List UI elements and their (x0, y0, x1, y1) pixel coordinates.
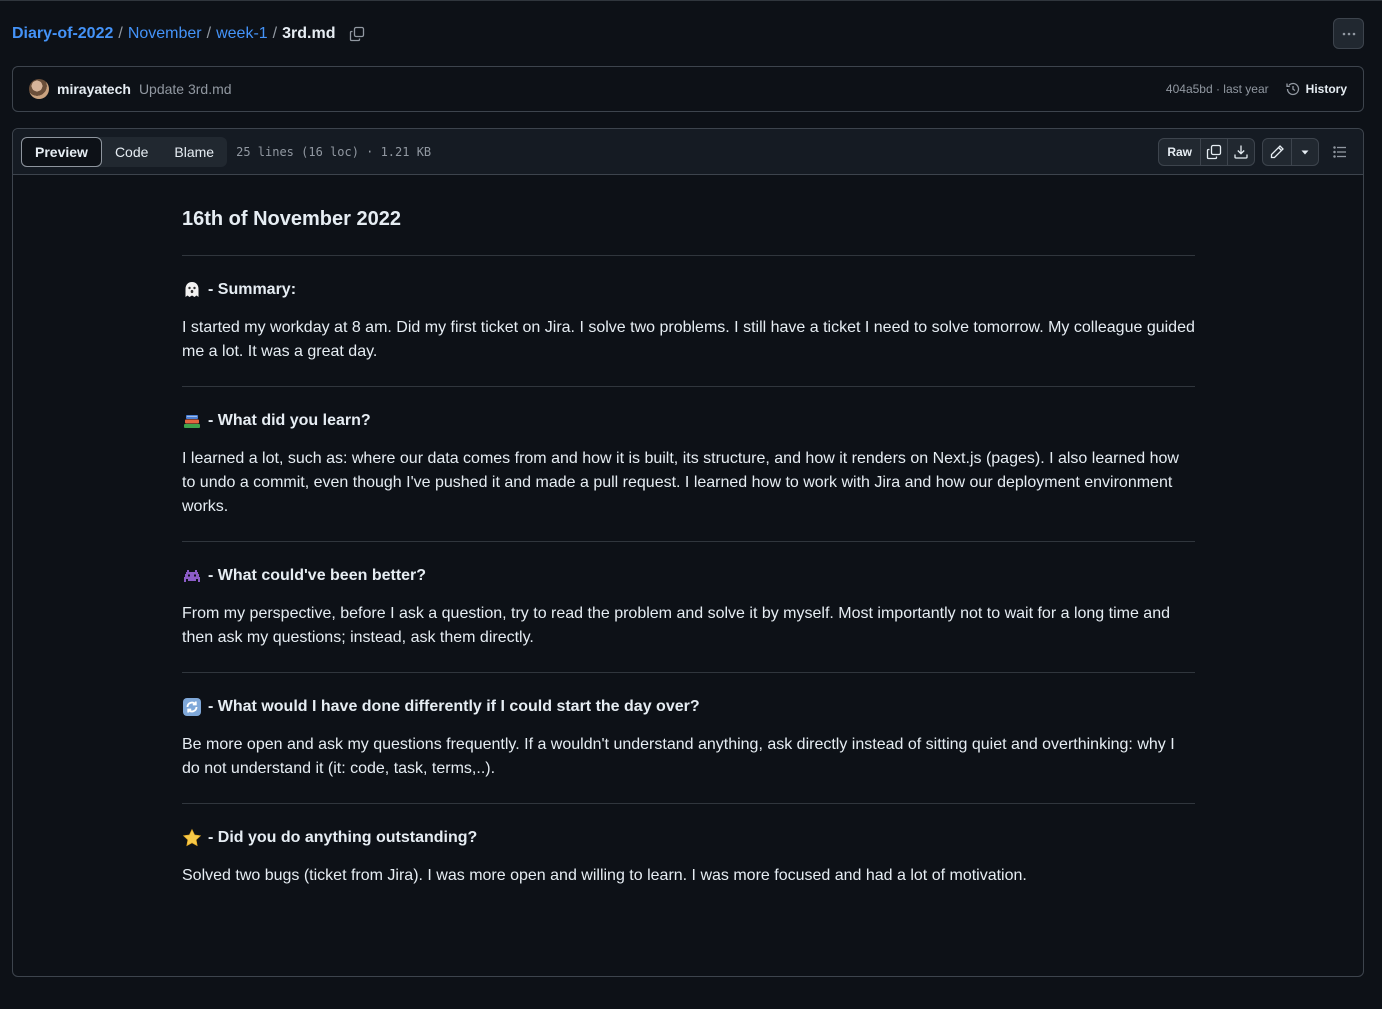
section-heading-text: - What did you learn? (208, 412, 371, 429)
section-heading: - Summary: (182, 278, 1195, 302)
section-heading: - What would I have done differently if … (182, 695, 1195, 719)
list-unordered-icon (1333, 145, 1346, 158)
file-viewer: Preview Code Blame 25 lines (16 loc) · 1… (12, 128, 1364, 977)
download-icon (1234, 145, 1248, 159)
breadcrumb-folder-week[interactable]: week-1 (216, 25, 268, 43)
breadcrumb-separator: / (206, 25, 212, 42)
section-heading-text: - Summary: (208, 281, 297, 298)
section-heading: - Did you do anything outstanding? (182, 826, 1195, 850)
section-heading: - What did you learn? (182, 409, 1195, 433)
commit-message[interactable]: Update 3rd.md (139, 81, 232, 97)
document-title: 16th of November 2022 (182, 208, 401, 230)
history-label: History (1305, 82, 1347, 96)
raw-button[interactable]: Raw (1159, 139, 1200, 165)
section-body: From my perspective, before I ask a ques… (182, 605, 1170, 646)
divider (182, 803, 1195, 804)
top-border (0, 0, 1382, 1)
history-icon (1286, 82, 1299, 96)
commit-author[interactable]: mirayatech (57, 81, 131, 97)
section-body: Be more open and ask my questions freque… (182, 736, 1175, 777)
copy-raw-button[interactable] (1200, 138, 1227, 165)
star-icon (182, 828, 202, 848)
kebab-horizontal-icon (1342, 32, 1355, 35)
divider (182, 672, 1195, 673)
edit-group (1262, 137, 1319, 166)
outline-button[interactable] (1325, 138, 1355, 166)
download-button[interactable] (1227, 138, 1254, 165)
section-body: Solved two bugs (ticket from Jira). I wa… (182, 867, 1027, 884)
edit-options-dropdown[interactable] (1291, 138, 1318, 165)
tab-preview[interactable]: Preview (21, 136, 102, 167)
divider (182, 255, 1195, 256)
books-icon (182, 411, 202, 431)
more-options-button[interactable] (1333, 18, 1364, 49)
breadcrumb: Diary-of-2022 / November / week-1 / 3rd.… (12, 22, 367, 46)
ghost-icon (182, 280, 202, 300)
breadcrumb-separator: / (118, 25, 123, 42)
file-actions: Raw (1158, 137, 1355, 166)
section-heading-text: - What would I have done differently if … (208, 698, 700, 715)
copy-icon (1206, 144, 1222, 159)
tab-blame[interactable]: Blame (161, 137, 227, 167)
breadcrumb-separator: / (272, 25, 278, 42)
latest-commit-bar: mirayatech Update 3rd.md 404a5bd · last … (12, 66, 1364, 112)
section-heading-text: - Did you do anything outstanding? (208, 829, 478, 846)
file-header: Preview Code Blame 25 lines (16 loc) · 1… (13, 129, 1363, 175)
divider (182, 541, 1195, 542)
section-heading-text: - What could've been better? (208, 567, 427, 584)
file-info: 25 lines (16 loc) · 1.21 KB (236, 144, 432, 159)
copy-path-button[interactable] (347, 24, 367, 44)
pencil-icon (1270, 144, 1284, 158)
raw-copy-download-group: Raw (1158, 137, 1255, 166)
section-heading: - What could've been better? (182, 564, 1195, 588)
edit-file-button[interactable] (1263, 139, 1291, 165)
copy-icon (350, 26, 365, 42)
triangle-down-icon (1301, 150, 1309, 154)
view-mode-tabs: Preview Code Blame (21, 136, 228, 167)
alien-monster-icon (182, 566, 202, 586)
breadcrumb-folder-november[interactable]: November (128, 25, 202, 43)
author-avatar[interactable] (29, 79, 49, 99)
history-button[interactable]: History (1285, 81, 1347, 97)
section-body: I learned a lot, such as: where our data… (182, 450, 1179, 515)
commit-meta: 404a5bd · last year History (1166, 81, 1347, 97)
tab-code[interactable]: Code (102, 137, 161, 167)
breadcrumb-file-name: 3rd.md (282, 25, 336, 42)
markdown-body: 16th of November 2022 - Summary: I start… (182, 205, 1195, 888)
divider (182, 386, 1195, 387)
commit-sha-time[interactable]: 404a5bd · last year (1166, 82, 1269, 96)
section-body: I started my workday at 8 am. Did my fir… (182, 319, 1195, 360)
breadcrumb-repo-link[interactable]: Diary-of-2022 (12, 25, 113, 43)
arrows-cycle-icon (182, 697, 202, 717)
